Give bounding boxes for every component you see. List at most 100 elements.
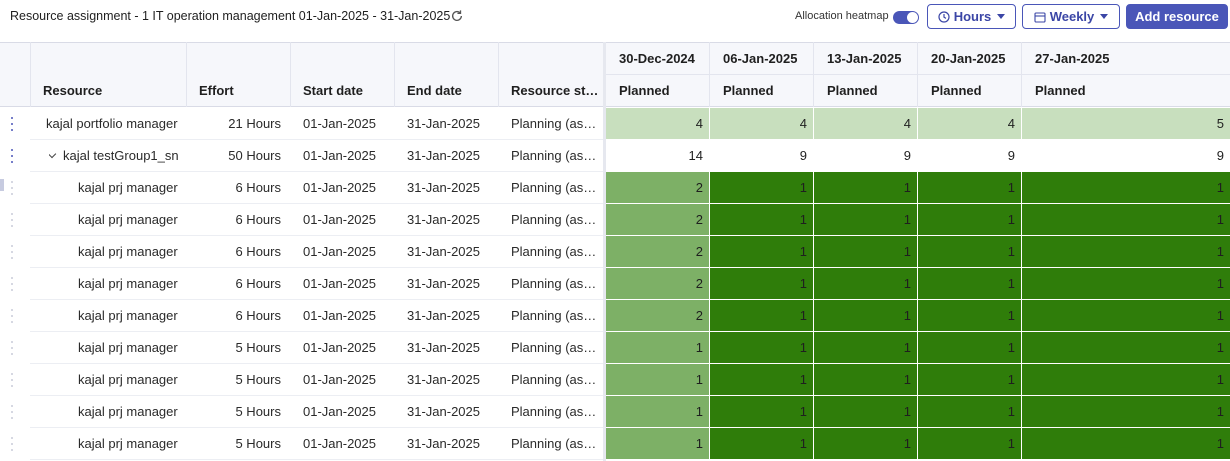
row-menu-icon[interactable] xyxy=(8,117,16,131)
heatmap-cell[interactable]: 1 xyxy=(1022,332,1230,363)
resource-name[interactable]: kajal prj manager9 xyxy=(78,396,178,428)
resource-name[interactable]: kajal prj manager6 xyxy=(78,364,178,396)
row-menu-icon[interactable] xyxy=(8,149,16,163)
heatmap-cell[interactable]: 1 xyxy=(918,396,1021,427)
resource-name[interactable]: kajal portfolio manager xyxy=(46,108,178,140)
table-row[interactable]: kajal prj manager3 5 Hours 01-Jan-2025 31-J… xyxy=(0,332,1230,364)
heatmap-cell[interactable]: 1 xyxy=(1022,428,1230,459)
resource-name[interactable]: kajal prj manager4 xyxy=(78,236,178,268)
heatmap-cell[interactable]: 1 xyxy=(1022,268,1230,299)
resource-name[interactable]: kajal testGroup1_sn xyxy=(49,140,178,172)
row-menu-icon[interactable] xyxy=(8,181,16,195)
refresh-icon[interactable] xyxy=(450,9,464,23)
heatmap-cell[interactable]: 1 xyxy=(1022,300,1230,331)
row-menu-icon[interactable] xyxy=(8,437,16,451)
resource-name[interactable]: kajal prj manager1 xyxy=(78,428,178,460)
heatmap-cell[interactable]: 1 xyxy=(814,396,917,427)
table-row[interactable]: kajal prj manager8 6 Hours 01-Jan-2025 31-J… xyxy=(0,204,1230,236)
column-header-effort[interactable]: Effort xyxy=(199,83,234,98)
heatmap-cell[interactable]: 1 xyxy=(918,204,1021,235)
heatmap-cell[interactable]: 1 xyxy=(918,332,1021,363)
heatmap-cell[interactable]: 1 xyxy=(1022,172,1230,203)
table-row[interactable]: kajal prj manager5 6 Hours 01-Jan-2025 31-J… xyxy=(0,300,1230,332)
heatmap-cell[interactable]: 4 xyxy=(710,108,813,139)
heatmap-cell[interactable]: 1 xyxy=(1022,236,1230,267)
week-header[interactable]: 20-Jan-2025 xyxy=(931,51,1005,66)
weekly-dropdown-button[interactable]: Weekly xyxy=(1022,4,1120,29)
heatmap-cell[interactable]: 1 xyxy=(814,332,917,363)
heatmap-cell[interactable]: 1 xyxy=(710,396,813,427)
heatmap-cell[interactable]: 2 xyxy=(606,236,709,267)
heatmap-cell[interactable]: 14 xyxy=(606,140,709,171)
heatmap-toggle[interactable] xyxy=(893,11,919,24)
heatmap-cell[interactable]: 2 xyxy=(606,300,709,331)
heatmap-cell[interactable]: 9 xyxy=(710,140,813,171)
table-row[interactable]: kajal prj manager2 6 Hours 01-Jan-2025 31-J… xyxy=(0,172,1230,204)
heatmap-cell[interactable]: 1 xyxy=(918,172,1021,203)
heatmap-cell[interactable]: 1 xyxy=(710,236,813,267)
heatmap-cell[interactable]: 2 xyxy=(606,268,709,299)
heatmap-cell[interactable]: 1 xyxy=(710,428,813,459)
row-menu-icon[interactable] xyxy=(8,405,16,419)
week-header[interactable]: 06-Jan-2025 xyxy=(723,51,797,66)
heatmap-cell[interactable]: 1 xyxy=(710,268,813,299)
add-resource-button[interactable]: Add resource xyxy=(1126,4,1228,29)
table-row[interactable]: kajal prj manager7 6 Hours 01-Jan-2025 31-J… xyxy=(0,268,1230,300)
heatmap-cell[interactable]: 1 xyxy=(606,364,709,395)
heatmap-cell[interactable]: 1 xyxy=(918,364,1021,395)
column-header-resource[interactable]: Resource xyxy=(43,83,102,98)
table-row[interactable]: kajal prj manager9 5 Hours 01-Jan-2025 31-J… xyxy=(0,396,1230,428)
row-menu-icon[interactable] xyxy=(8,277,16,291)
heatmap-cell[interactable]: 1 xyxy=(1022,396,1230,427)
heatmap-cell[interactable]: 1 xyxy=(814,300,917,331)
row-menu-icon[interactable] xyxy=(8,309,16,323)
heatmap-cell[interactable]: 1 xyxy=(918,428,1021,459)
heatmap-cell[interactable]: 1 xyxy=(814,364,917,395)
heatmap-cell[interactable]: 4 xyxy=(814,108,917,139)
heatmap-cell[interactable]: 1 xyxy=(814,236,917,267)
heatmap-cell[interactable]: 9 xyxy=(918,140,1021,171)
resource-name[interactable]: kajal prj manager2 xyxy=(78,172,178,204)
heatmap-cell[interactable]: 1 xyxy=(918,268,1021,299)
chevron-down-icon[interactable] xyxy=(49,149,57,159)
heatmap-cell[interactable]: 2 xyxy=(606,204,709,235)
heatmap-cell[interactable]: 4 xyxy=(918,108,1021,139)
heatmap-cell[interactable]: 4 xyxy=(606,108,709,139)
heatmap-cell[interactable]: 1 xyxy=(710,332,813,363)
heatmap-cell[interactable]: 2 xyxy=(606,172,709,203)
table-row[interactable]: kajal prj manager6 5 Hours 01-Jan-2025 31-J… xyxy=(0,364,1230,396)
row-menu-icon[interactable] xyxy=(8,245,16,259)
heatmap-cell[interactable]: 1 xyxy=(606,396,709,427)
heatmap-cell[interactable]: 5 xyxy=(1022,108,1230,139)
row-menu-icon[interactable] xyxy=(8,341,16,355)
week-header[interactable]: 27-Jan-2025 xyxy=(1035,51,1109,66)
heatmap-cell[interactable]: 9 xyxy=(814,140,917,171)
table-row[interactable]: kajal portfolio manager 21 Hours 01-Jan-20… xyxy=(0,108,1230,140)
column-header-resource-status[interactable]: Resource st… xyxy=(511,83,599,98)
heatmap-cell[interactable]: 1 xyxy=(1022,204,1230,235)
heatmap-cell[interactable]: 1 xyxy=(814,268,917,299)
resource-name[interactable]: kajal prj manager8 xyxy=(78,204,178,236)
table-row[interactable]: kajal prj manager4 6 Hours 01-Jan-2025 31-J… xyxy=(0,236,1230,268)
heatmap-cell[interactable]: 1 xyxy=(1022,364,1230,395)
column-header-end-date[interactable]: End date xyxy=(407,83,462,98)
heatmap-cell[interactable]: 9 xyxy=(1022,140,1230,171)
week-header[interactable]: 13-Jan-2025 xyxy=(827,51,901,66)
heatmap-cell[interactable]: 1 xyxy=(606,332,709,363)
heatmap-cell[interactable]: 1 xyxy=(710,204,813,235)
heatmap-cell[interactable]: 1 xyxy=(606,428,709,459)
week-header[interactable]: 30-Dec-2024 xyxy=(619,51,695,66)
table-row[interactable]: kajal prj manager1 5 Hours 01-Jan-2025 31-J… xyxy=(0,428,1230,460)
row-menu-icon[interactable] xyxy=(8,213,16,227)
row-menu-icon[interactable] xyxy=(8,373,16,387)
heatmap-cell[interactable]: 1 xyxy=(814,204,917,235)
heatmap-cell[interactable]: 1 xyxy=(710,172,813,203)
resource-name[interactable]: kajal prj manager3 xyxy=(78,332,178,364)
hours-dropdown-button[interactable]: Hours xyxy=(927,4,1016,29)
heatmap-cell[interactable]: 1 xyxy=(918,300,1021,331)
heatmap-cell[interactable]: 1 xyxy=(814,172,917,203)
resource-name[interactable]: kajal prj manager5 xyxy=(78,300,178,332)
column-header-start-date[interactable]: Start date xyxy=(303,83,363,98)
resource-name[interactable]: kajal prj manager7 xyxy=(78,268,178,300)
group-row[interactable]: kajal testGroup1_sn 50 Hours 01-Jan-2025 31… xyxy=(0,140,1230,172)
